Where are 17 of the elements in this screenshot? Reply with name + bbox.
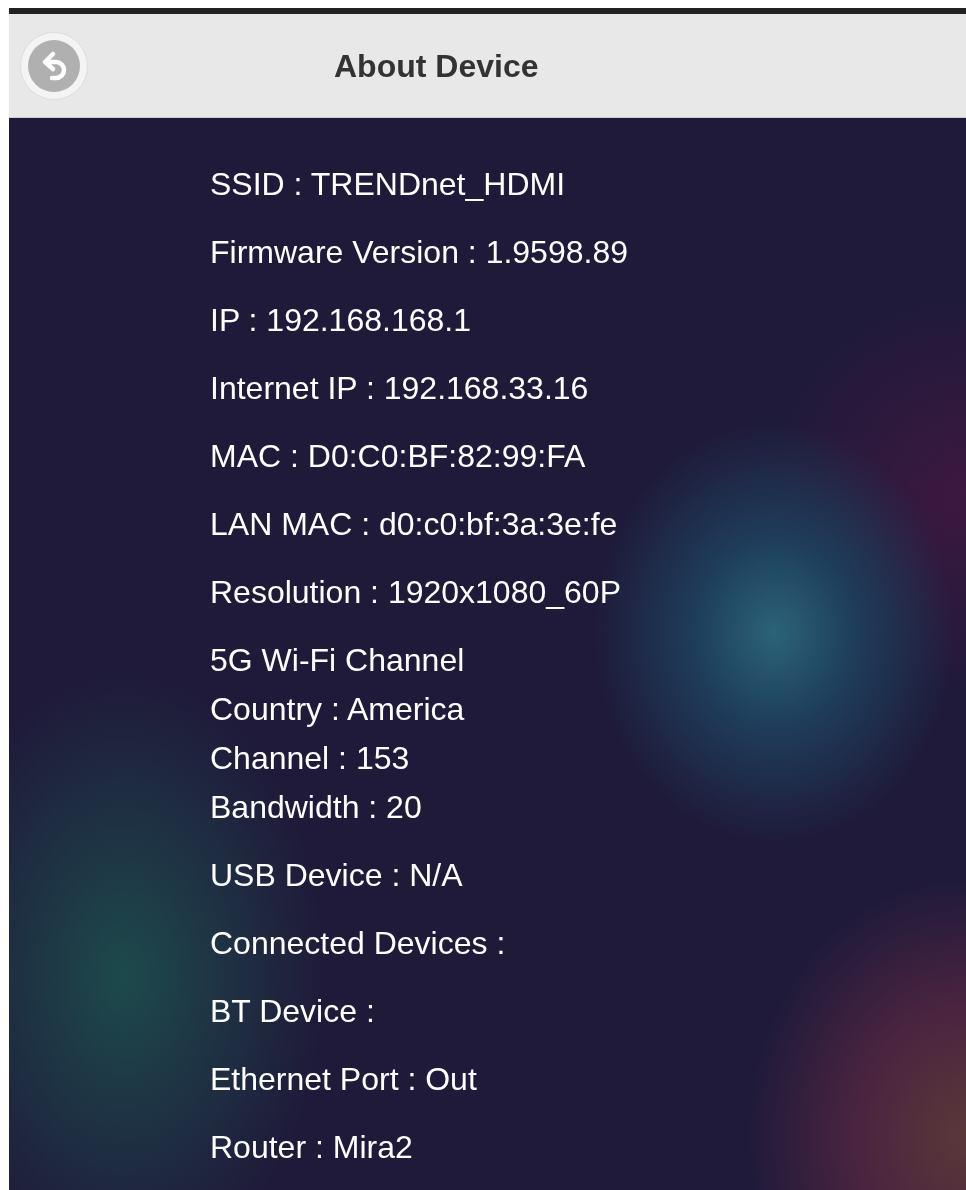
info-line: 5G Wi-Fi Channel (210, 641, 466, 680)
info-line: Bandwidth : 20 (210, 788, 423, 827)
info-line: Connected Devices : (210, 924, 507, 963)
info-line: Router : Mira2 (210, 1128, 414, 1167)
info-line: SSID : TRENDnet_HDMI (210, 165, 567, 204)
info-line: USB Device : N/A (210, 856, 464, 895)
info-line: Resolution : 1920x1080_60P (210, 573, 622, 612)
page-title: About Device (334, 46, 539, 86)
info-line: BT Device : (210, 992, 376, 1031)
info-line: LAN MAC : d0:c0:bf:3a:3e:fe (210, 505, 619, 544)
info-line: Country : America (210, 690, 466, 729)
info-line: Channel : 153 (210, 739, 411, 778)
info-line: Ethernet Port : Out (210, 1060, 478, 1099)
info-line: IP : 192.168.168.1 (210, 301, 472, 340)
info-line: Firmware Version : 1.9598.89 (210, 233, 629, 272)
info-line: MAC : D0:C0:BF:82:99:FA (210, 437, 587, 476)
info-line: Internet IP : 192.168.33.16 (210, 369, 590, 408)
